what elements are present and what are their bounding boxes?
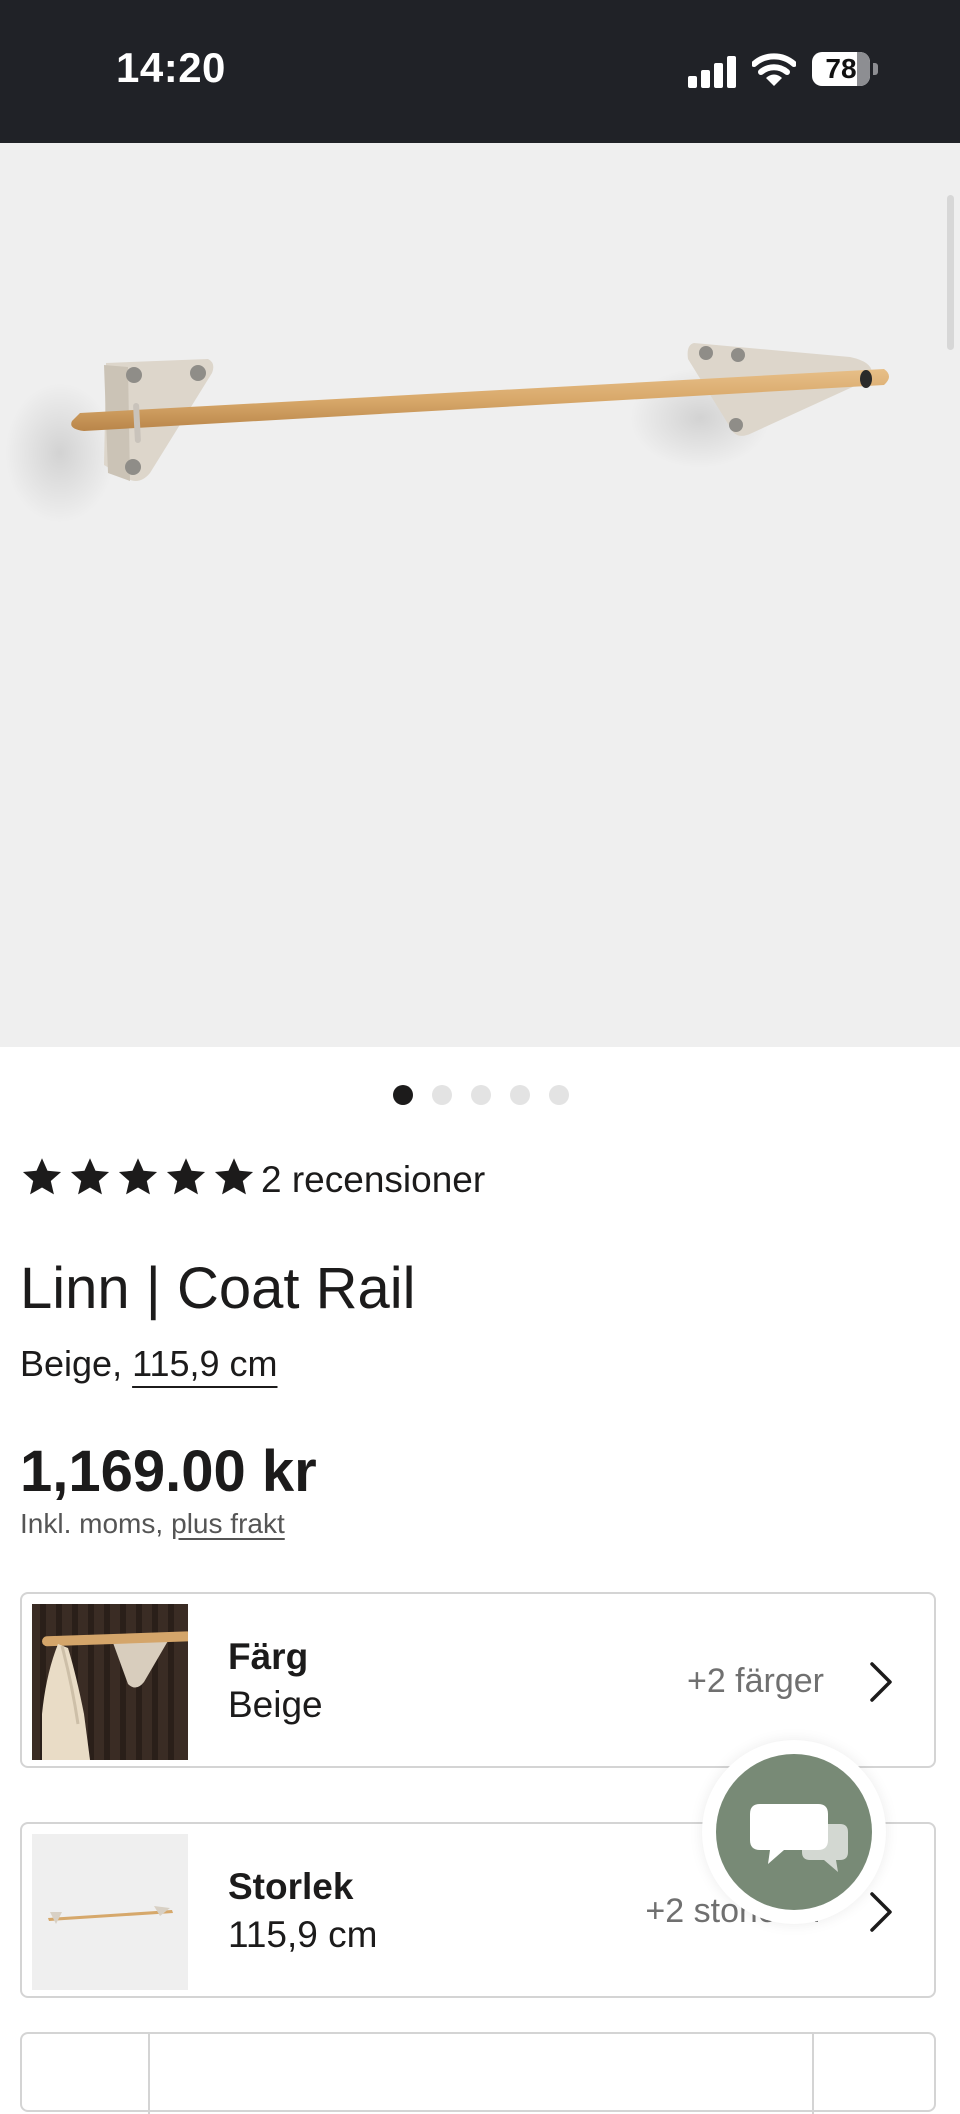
- star-icon: [214, 1158, 254, 1195]
- size-thumbnail: [32, 1834, 188, 1990]
- carousel-dot[interactable]: [393, 1085, 413, 1105]
- chevron-right-icon: [870, 1662, 892, 1702]
- variant-color: Beige,: [20, 1343, 123, 1384]
- add-to-cart-bar[interactable]: [20, 2032, 936, 2114]
- carousel-dot[interactable]: [549, 1085, 569, 1105]
- scroll-indicator: [947, 195, 954, 350]
- status-time: 14:20: [116, 44, 226, 91]
- more-colors-text: +2 färger: [686, 1662, 824, 1700]
- status-bar: 14:20 78: [0, 0, 960, 143]
- vat-note: Inkl. moms,: [20, 1508, 164, 1539]
- product-price: 1,169.00 kr: [20, 1439, 317, 1504]
- carousel-dot[interactable]: [432, 1085, 452, 1105]
- chat-button-container: [702, 1740, 886, 1924]
- divider: [812, 2034, 814, 2114]
- price-note: Inkl. moms, plus frakt: [20, 1508, 285, 1540]
- product-title: Linn | Coat Rail: [20, 1256, 416, 1321]
- product-image: [5, 343, 889, 523]
- cellular-signal-icon: [688, 54, 738, 88]
- color-option-value: Beige: [228, 1684, 323, 1725]
- size-thumbnail-image: [32, 1834, 188, 1990]
- reviews-link[interactable]: 2 recensioner: [261, 1159, 485, 1201]
- star-icon: [118, 1158, 158, 1195]
- color-thumbnail: [32, 1604, 188, 1760]
- divider: [148, 2034, 150, 2114]
- carousel-dot[interactable]: [471, 1085, 491, 1105]
- chat-bubbles-icon: [750, 1804, 848, 1872]
- product-image-gallery[interactable]: [0, 143, 960, 1047]
- variant-size-link[interactable]: 115,9 cm: [132, 1343, 277, 1384]
- wifi-icon: [752, 53, 796, 86]
- chat-button[interactable]: [716, 1754, 872, 1910]
- battery-level: 78: [825, 53, 857, 84]
- carousel-dot[interactable]: [510, 1085, 530, 1105]
- star-icon: [70, 1158, 110, 1195]
- shipping-link[interactable]: plus frakt: [171, 1508, 285, 1539]
- size-option-label: Storlek: [228, 1866, 354, 1907]
- star-icon: [166, 1158, 206, 1195]
- color-option-label: Färg: [228, 1636, 309, 1677]
- battery-icon: 78: [812, 52, 878, 88]
- size-option-value: 115,9 cm: [228, 1914, 378, 1955]
- product-variant: Beige, 115,9 cm: [20, 1343, 278, 1385]
- color-thumbnail-image: [32, 1604, 188, 1760]
- star-icon: [22, 1158, 62, 1195]
